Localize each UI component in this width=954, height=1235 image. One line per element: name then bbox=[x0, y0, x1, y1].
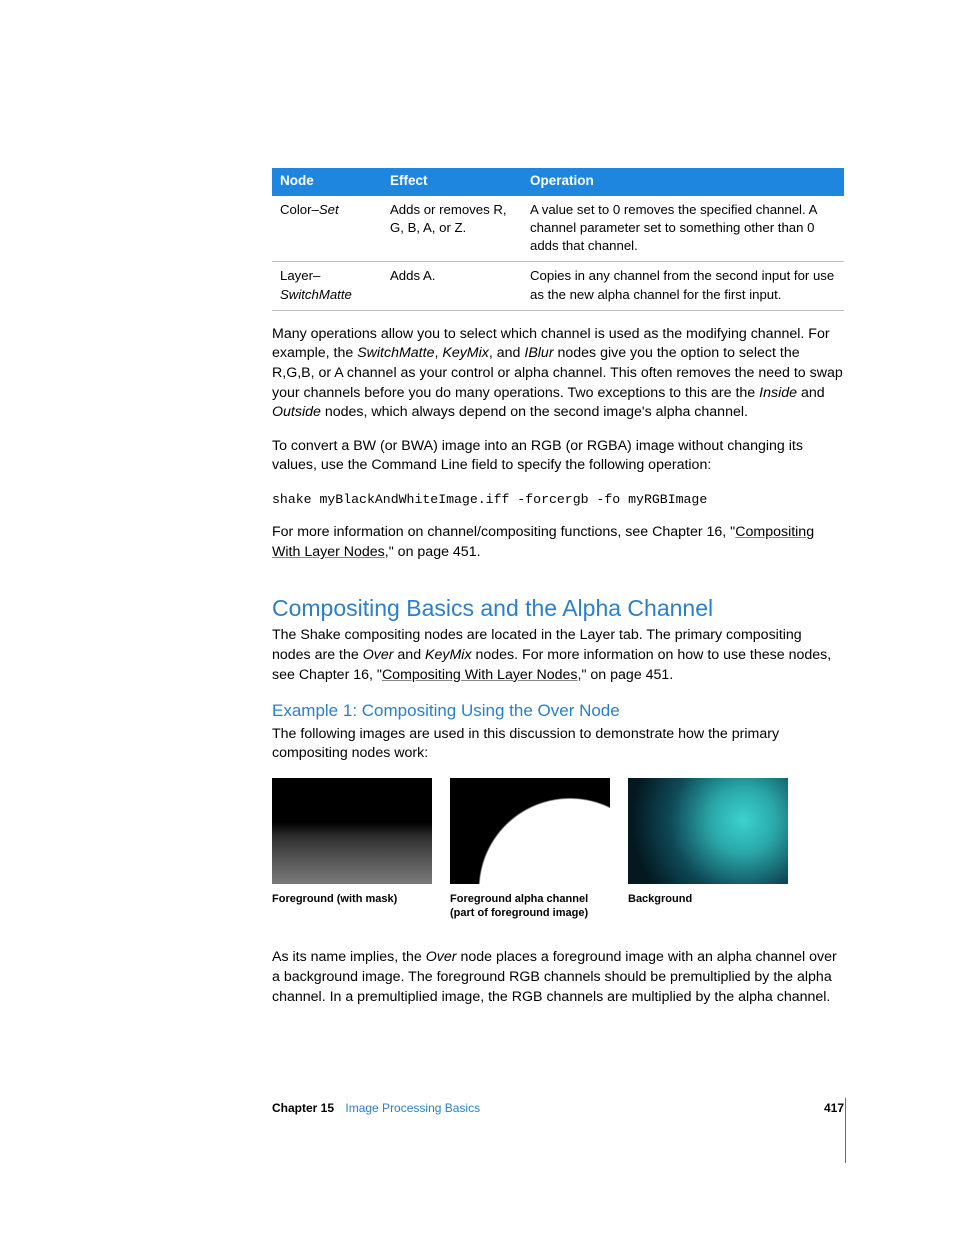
page-footer: Chapter 15 Image Processing Basics 417 bbox=[272, 1100, 844, 1117]
subsection-heading: Example 1: Compositing Using the Over No… bbox=[272, 699, 844, 722]
paragraph: Many operations allow you to select whic… bbox=[272, 325, 844, 423]
page: Node Effect Operation Color–Set Adds or … bbox=[0, 0, 954, 1235]
cell-node: Layer–SwitchMatte bbox=[272, 262, 382, 310]
figure-background: Background bbox=[628, 778, 788, 921]
table-row: Color–Set Adds or removes R, G, B, A, or… bbox=[272, 196, 844, 262]
figure-alpha: Foreground alpha channel (part of foregr… bbox=[450, 778, 610, 921]
th-operation: Operation bbox=[522, 168, 844, 196]
image-foreground bbox=[272, 778, 432, 884]
figure-caption: Foreground alpha channel (part of foregr… bbox=[450, 892, 610, 921]
image-foreground-alpha bbox=[450, 778, 610, 884]
cell-operation: A value set to 0 removes the specified c… bbox=[522, 196, 844, 262]
section-heading: Compositing Basics and the Alpha Channel bbox=[272, 593, 844, 625]
th-effect: Effect bbox=[382, 168, 522, 196]
cell-node: Color–Set bbox=[272, 196, 382, 262]
cell-operation: Copies in any channel from the second in… bbox=[522, 262, 844, 310]
figure-caption: Foreground (with mask) bbox=[272, 892, 432, 906]
command-line-example: shake myBlackAndWhiteImage.iff -forcergb… bbox=[272, 490, 844, 510]
paragraph: To convert a BW (or BWA) image into an R… bbox=[272, 437, 844, 476]
shell-command: shake myBlackAndWhiteImage.iff -forcergb… bbox=[272, 492, 707, 507]
cell-effect: Adds A. bbox=[382, 262, 522, 310]
paragraph: The following images are used in this di… bbox=[272, 725, 844, 764]
image-background bbox=[628, 778, 788, 884]
table-row: Layer–SwitchMatte Adds A. Copies in any … bbox=[272, 262, 844, 310]
paragraph: As its name implies, the Over node place… bbox=[272, 948, 844, 1007]
cell-effect: Adds or removes R, G, B, A, or Z. bbox=[382, 196, 522, 262]
table-header-row: Node Effect Operation bbox=[272, 168, 844, 196]
channel-table: Node Effect Operation Color–Set Adds or … bbox=[272, 168, 844, 311]
example-images-row: Foreground (with mask) Foreground alpha … bbox=[272, 778, 844, 921]
figure-foreground: Foreground (with mask) bbox=[272, 778, 432, 921]
th-node: Node bbox=[272, 168, 382, 196]
figure-caption: Background bbox=[628, 892, 788, 906]
paragraph: For more information on channel/composit… bbox=[272, 523, 844, 562]
paragraph: The Shake compositing nodes are located … bbox=[272, 626, 844, 685]
margin-rule bbox=[845, 1098, 846, 1163]
footer-chapter-title: Image Processing Basics bbox=[345, 1101, 480, 1115]
footer-chapter: Chapter 15 Image Processing Basics bbox=[272, 1100, 480, 1117]
page-number: 417 bbox=[824, 1100, 844, 1117]
footer-chapter-number: Chapter 15 bbox=[272, 1101, 334, 1115]
xref-compositing-layer-nodes[interactable]: Compositing With Layer Nodes bbox=[382, 667, 578, 683]
